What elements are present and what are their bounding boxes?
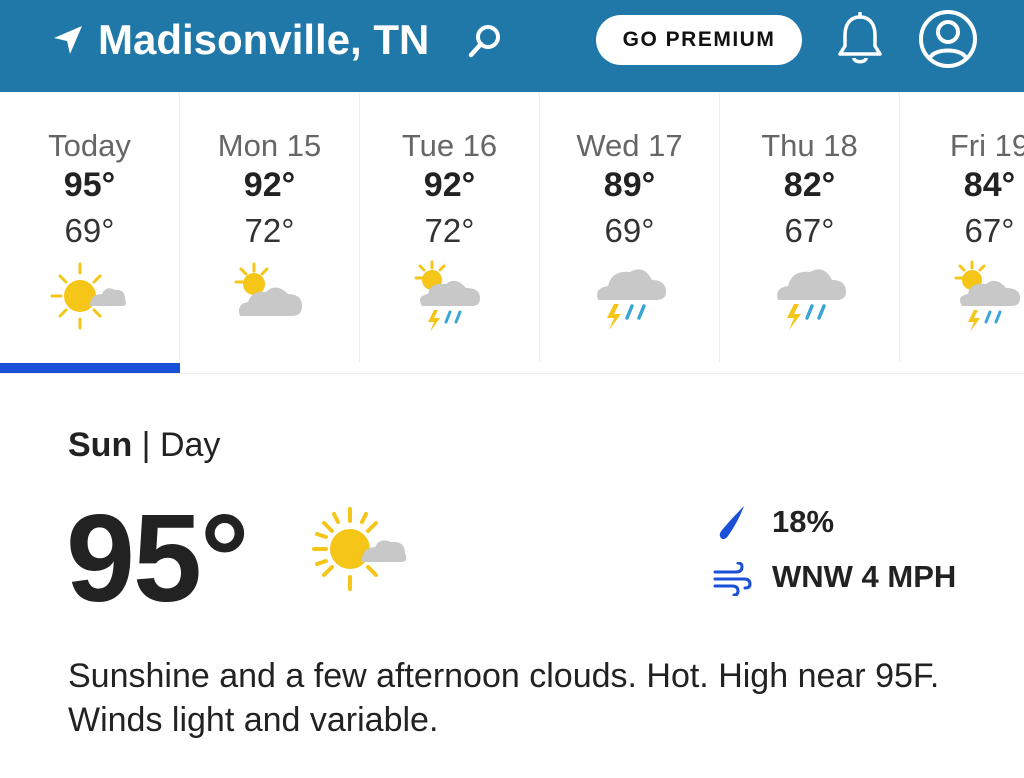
period-name: Day	[159, 426, 221, 464]
day-name: Today	[48, 128, 131, 163]
thunderstorm-icon	[776, 269, 846, 330]
go-premium-button[interactable]: GO PREMIUM	[596, 15, 802, 65]
day-high: 82°	[783, 166, 836, 204]
period-label: Sun | Day	[68, 426, 220, 465]
bell-icon[interactable]	[836, 12, 884, 66]
forecast-day-wed[interactable]: Wed 17 89° 69°	[540, 92, 720, 362]
day-name: Thu 18	[761, 128, 858, 163]
search-icon[interactable]	[466, 22, 504, 60]
location-arrow-icon[interactable]	[52, 24, 84, 56]
sun-thunderstorm-icon	[414, 260, 480, 332]
period-separator: |	[141, 426, 151, 464]
selected-day-indicator	[0, 363, 180, 373]
wind-icon	[713, 562, 752, 596]
day-high: 95°	[63, 166, 116, 204]
sun-cloud-icon	[312, 507, 407, 591]
day-name: Fri 19	[949, 128, 1024, 163]
day-high: 84°	[963, 166, 1016, 204]
day-low: 72°	[244, 212, 295, 249]
partly-cloudy-icon	[234, 262, 302, 316]
raindrop-icon	[719, 506, 744, 540]
day-name: Wed 17	[576, 128, 683, 163]
forecast-day-today[interactable]: Today 95° 69°	[0, 92, 180, 362]
forecast-description: Sunshine and a few afternoon clouds. Hot…	[68, 657, 940, 739]
precipitation-chance: 18%	[772, 504, 835, 539]
daily-forecast-strip[interactable]: Today 95° 69° Mon 15 92° 72° Tue 16 92° …	[0, 92, 1024, 374]
location-name[interactable]: Madisonville, TN	[98, 14, 429, 66]
day-high: 92°	[243, 166, 296, 204]
period-day: Sun	[68, 426, 133, 464]
day-low: 67°	[964, 212, 1015, 249]
day-low: 69°	[64, 212, 115, 249]
day-high: 89°	[603, 166, 656, 204]
wind-speed: WNW 4 MPH	[772, 559, 957, 594]
forecast-day-tue[interactable]: Tue 16 92° 72°	[360, 92, 540, 362]
forecast-day-mon[interactable]: Mon 15 92° 72°	[180, 92, 360, 362]
thunderstorm-icon	[596, 269, 666, 330]
day-name: Mon 15	[217, 128, 322, 163]
day-low: 69°	[604, 212, 655, 249]
forecast-day-thu[interactable]: Thu 18 82° 67°	[720, 92, 900, 362]
day-low: 67°	[784, 212, 835, 249]
current-temperature: 95°	[66, 490, 250, 628]
sun-thunderstorm-icon	[954, 260, 1020, 332]
forecast-day-fri[interactable]: Fri 19 84° 67°	[900, 92, 1024, 362]
sun-cloud-icon	[50, 262, 126, 330]
day-low: 72°	[424, 212, 475, 249]
app-header: Madisonville, TN GO PREMIUM	[0, 0, 1024, 92]
day-high: 92°	[423, 166, 476, 204]
account-icon[interactable]	[918, 9, 978, 69]
day-name: Tue 16	[401, 128, 498, 163]
